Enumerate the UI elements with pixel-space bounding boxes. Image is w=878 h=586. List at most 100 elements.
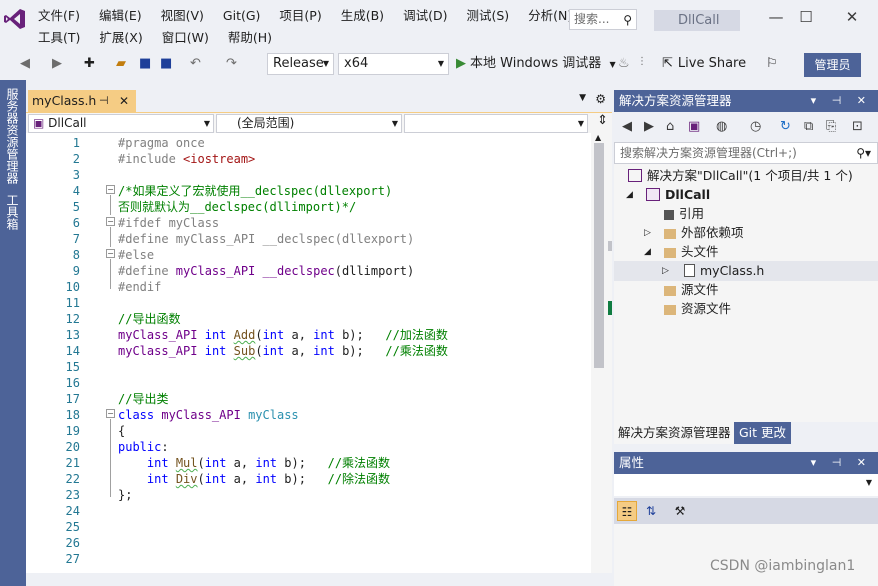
tree-node-myclass-h[interactable]: myClass.h <box>684 261 764 280</box>
tab-solution-explorer[interactable]: 解决方案资源管理器 <box>614 422 735 444</box>
gear-icon[interactable]: ⚙ <box>595 92 606 106</box>
line-number: 17 <box>65 392 80 406</box>
chevron-down-icon: ▼ <box>577 119 584 128</box>
code-line-17: //导出类 <box>118 392 169 406</box>
collapse-all-icon[interactable]: ⧉ <box>804 119 813 134</box>
solution-explorer-title: 解决方案资源管理器 <box>619 93 732 108</box>
scroll-up-icon[interactable]: ▲ <box>595 133 601 142</box>
document-tab-bar: myClass.h ⊣ ✕ ▼ ⚙ <box>26 90 612 112</box>
new-item-icon[interactable]: ✚ <box>84 56 95 71</box>
save-all-icon[interactable]: ■ <box>160 56 172 71</box>
menu-edit[interactable]: 编辑(E) <box>97 6 144 26</box>
platform-select[interactable]: x64 ▼ <box>338 53 449 75</box>
start-debugging-button[interactable]: ▶ 本地 Windows 调试器 ▼ <box>456 53 616 75</box>
back-icon[interactable]: ◀ <box>622 119 632 134</box>
expanded-arrow-icon[interactable]: ◢ <box>644 247 651 257</box>
watermark: CSDN @iambinglan1 <box>710 558 856 574</box>
switch-views-icon[interactable]: ▣ <box>688 119 700 134</box>
references-icon <box>664 210 674 220</box>
fold-toggle-icon[interactable]: − <box>106 409 115 418</box>
globe-icon[interactable]: ◍ <box>716 119 727 134</box>
categorized-icon[interactable]: ☷ <box>617 501 637 521</box>
scrollbar-thumb[interactable] <box>594 143 604 368</box>
menu-build[interactable]: 生成(B) <box>339 6 386 26</box>
visual-studio-logo-icon[interactable] <box>4 8 26 30</box>
project-scope-value: DllCall <box>48 116 87 130</box>
expanded-arrow-icon[interactable]: ◢ <box>626 190 633 200</box>
fold-toggle-icon[interactable]: − <box>106 249 115 258</box>
split-editor-icon[interactable]: ⇕ <box>597 113 608 128</box>
tree-node-external-deps[interactable]: 外部依赖项 <box>664 223 744 242</box>
close-icon[interactable]: ✕ <box>838 8 866 26</box>
vertical-scrollbar[interactable]: ▲ <box>591 133 608 573</box>
line-number: 4 <box>72 184 80 198</box>
chevron-down-icon: ▼ <box>865 478 872 487</box>
panel-window-controls[interactable]: ▾ ⊣ ✕ <box>811 90 872 112</box>
wrench-icon[interactable]: ⚒ <box>670 501 690 521</box>
server-explorer-tab[interactable]: 服务器资源管理器 <box>4 88 21 184</box>
overflow-icon[interactable]: ⋮ <box>637 56 647 67</box>
pin-icon[interactable]: ⊣ <box>99 90 109 112</box>
search-input[interactable]: 搜索... ⚲ <box>569 9 637 30</box>
tab-dropdown-icon[interactable]: ▼ <box>579 93 586 103</box>
menu-view[interactable]: 视图(V) <box>159 6 206 26</box>
live-share-button[interactable]: ⇱ Live Share <box>662 53 746 75</box>
refresh-icon[interactable]: ↻ <box>780 119 791 134</box>
open-file-icon[interactable]: ▰ <box>116 56 126 71</box>
home-icon[interactable]: ⌂ <box>666 119 674 134</box>
hot-reload-icon[interactable]: ♨ <box>618 56 630 71</box>
tree-node-references[interactable]: 引用 <box>664 204 704 223</box>
configuration-select[interactable]: Release ▼ <box>267 53 334 75</box>
menu-extensions[interactable]: 扩展(X) <box>97 28 144 48</box>
forward-icon[interactable]: ▶ <box>644 119 654 134</box>
alphabetical-icon[interactable]: ⇅ <box>641 501 661 521</box>
panel-window-controls[interactable]: ▾ ⊣ ✕ <box>811 452 872 474</box>
menu-tools[interactable]: 工具(T) <box>36 28 82 48</box>
admin-button[interactable]: 管理员 <box>804 53 861 77</box>
minimize-icon[interactable]: — <box>762 8 790 26</box>
tree-node-solution[interactable]: 解决方案"DllCall"(1 个项目/共 1 个) <box>628 166 853 185</box>
tree-node-header-files[interactable]: 头文件 <box>664 242 719 261</box>
collapsed-arrow-icon[interactable]: ▷ <box>644 228 651 238</box>
feedback-icon[interactable]: ⚐ <box>766 56 778 71</box>
menu-analyze[interactable]: 分析(N) <box>526 6 574 26</box>
fold-toggle-icon[interactable]: − <box>106 185 115 194</box>
save-icon[interactable]: ■ <box>139 56 151 71</box>
project-scope-select[interactable]: ▣ DllCall ▼ <box>28 114 214 133</box>
document-tab-myclass-h[interactable]: myClass.h ⊣ ✕ <box>28 90 136 112</box>
menu-help[interactable]: 帮助(H) <box>226 28 274 48</box>
fold-toggle-icon[interactable]: − <box>106 217 115 226</box>
menu-window[interactable]: 窗口(W) <box>160 28 211 48</box>
history-icon[interactable]: ◷ <box>750 119 761 134</box>
properties-icon[interactable]: ⊡ <box>852 119 863 134</box>
code-editor[interactable]: 1 2 3 4 5 6 7 8 9 10 11 12 13 14 15 16 17 18 19 20 21 22 23 24 2… <box>26 133 612 586</box>
redo-icon[interactable]: ↷ <box>226 56 237 71</box>
maximize-icon[interactable]: ☐ <box>792 8 820 26</box>
forward-icon[interactable]: ▶ <box>52 56 62 71</box>
menu-git[interactable]: Git(G) <box>221 6 263 26</box>
solution-explorer-tabs: 解决方案资源管理器 Git 更改 <box>614 422 878 444</box>
tree-node-source-files[interactable]: 源文件 <box>664 280 719 299</box>
fold-guide <box>110 419 111 497</box>
undo-icon[interactable]: ↶ <box>190 56 201 71</box>
member-select[interactable]: ▼ <box>404 114 588 133</box>
menu-debug[interactable]: 调试(D) <box>401 6 449 26</box>
menu-file[interactable]: 文件(F) <box>36 6 82 26</box>
back-icon[interactable]: ◀ <box>20 56 30 71</box>
line-number: 23 <box>65 488 80 502</box>
properties-object-select[interactable]: ▼ <box>614 474 878 496</box>
collapsed-arrow-icon[interactable]: ▷ <box>662 266 669 276</box>
close-tab-icon[interactable]: ✕ <box>119 90 129 112</box>
tab-git-changes[interactable]: Git 更改 <box>734 422 792 444</box>
copy-icon[interactable]: ⎘ <box>826 119 836 134</box>
global-scope-select[interactable]: (全局范围) ▼ <box>216 114 402 133</box>
solution-explorer-search-input[interactable]: 搜索解决方案资源管理器(Ctrl+;) ⚲▾ <box>614 142 878 164</box>
tree-node-project[interactable]: DllCall <box>646 185 710 204</box>
menu-test[interactable]: 测试(S) <box>464 6 511 26</box>
menu-project[interactable]: 项目(P) <box>277 6 323 26</box>
code-line-18: class myClass_API myClass <box>118 408 299 422</box>
tree-node-resource-files[interactable]: 资源文件 <box>664 299 731 318</box>
code-line-4: /*如果定义了宏就使用__declspec(dllexport) <box>118 184 393 198</box>
admin-label: 管理员 <box>814 58 851 72</box>
toolbox-tab[interactable]: 工具箱 <box>4 194 21 230</box>
